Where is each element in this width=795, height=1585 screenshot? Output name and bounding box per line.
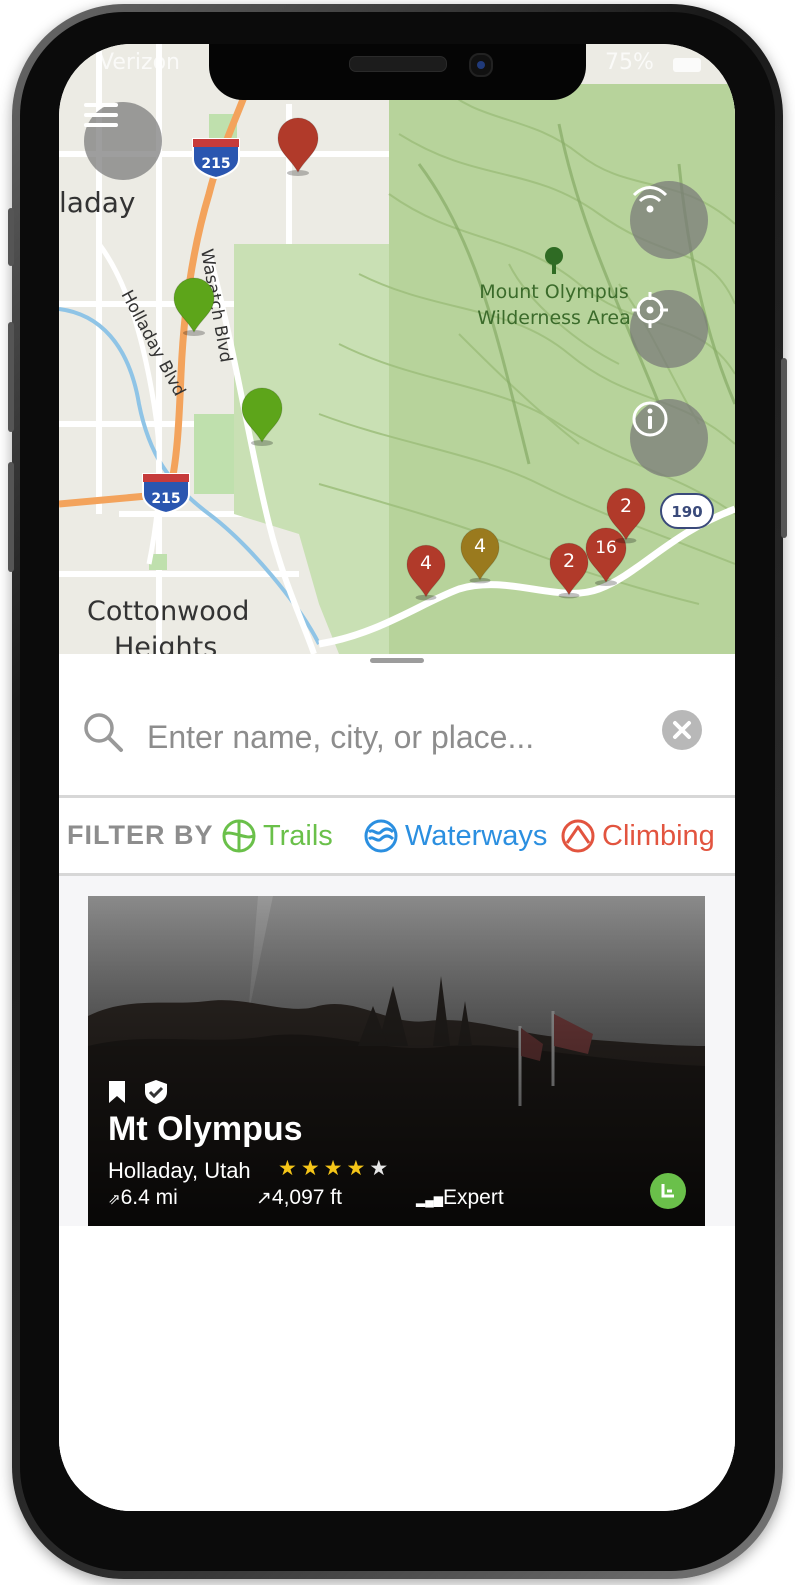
- signal-icon: [632, 186, 668, 213]
- wilderness-label-line1: Mount Olympus: [479, 281, 629, 303]
- carrier-label: Verizon: [99, 50, 180, 75]
- locate-icon: [632, 292, 668, 328]
- star-empty-icon: ★: [369, 1156, 393, 1180]
- trail-difficulty-group: ▂▄▆Expert: [416, 1186, 504, 1210]
- filter-chip-waterways-label: Waterways: [405, 819, 548, 852]
- search-bar: [59, 694, 735, 784]
- trail-distance-group: ⇗6.4 mi: [108, 1186, 178, 1210]
- route190-text: 190: [671, 503, 702, 521]
- star-filled-icon: ★: [346, 1156, 370, 1180]
- volume-up-button: [8, 322, 14, 432]
- trail-type-badge-icon: [650, 1173, 686, 1209]
- star-filled-icon: ★: [323, 1156, 347, 1180]
- climbing-icon: [561, 819, 595, 853]
- filter-bar: FILTER BY Trails Waterways Climbing: [59, 798, 735, 874]
- star-filled-icon: ★: [278, 1156, 301, 1180]
- hiker-icon: [661, 1184, 674, 1198]
- waterways-icon: [364, 819, 398, 853]
- phone-notch: [209, 44, 586, 100]
- filter-chip-climbing-label: Climbing: [602, 819, 715, 852]
- distance-icon: ⇗: [108, 1191, 121, 1208]
- marker-count: 2: [563, 550, 575, 572]
- front-camera: [469, 53, 493, 77]
- i215-bottom-text: 215: [151, 491, 180, 507]
- power-button: [781, 358, 787, 538]
- search-icon: [84, 713, 123, 752]
- volume-down-button: [8, 462, 14, 572]
- offline-signal-button[interactable]: [630, 181, 708, 259]
- filter-chip-climbing[interactable]: Climbing: [560, 816, 715, 856]
- i215-top-text: 215: [201, 156, 230, 172]
- menu-button[interactable]: [84, 102, 162, 180]
- filter-chip-trails[interactable]: Trails: [221, 816, 333, 856]
- menu-icon: [84, 103, 118, 127]
- trail-location: Holladay, Utah: [108, 1158, 251, 1183]
- elevation-icon: ↗: [256, 1188, 272, 1209]
- cottonwood-label-line2: Heights: [114, 632, 217, 654]
- filter-chip-waterways[interactable]: Waterways: [363, 816, 547, 856]
- silent-switch: [8, 208, 14, 266]
- trail-elevation-group: ↗4,097 ft: [256, 1186, 342, 1210]
- wilderness-label-line2: Wilderness Area: [477, 307, 630, 329]
- earpiece-speaker: [349, 56, 447, 72]
- verified-shield-icon: [145, 1080, 167, 1104]
- list-empty-space: [59, 1226, 735, 1511]
- marker-count: 2: [620, 495, 632, 517]
- i215-shield-bottom: 215: [142, 473, 190, 515]
- i215-shield-top: 215: [192, 138, 240, 180]
- filter-label: FILTER BY: [67, 820, 214, 850]
- marker-count: 4: [474, 535, 486, 557]
- app-screen: 215 215 190 laday Cottonwood Heights Mou…: [59, 44, 735, 1511]
- cottonwood-label-line1: Cottonwood: [87, 596, 249, 627]
- trail-elevation: 4,097 ft: [271, 1186, 342, 1209]
- results-list: Mt Olympus Holladay, Utah ★★★★★ ⇗6.4 mi …: [59, 876, 735, 1511]
- search-input[interactable]: [145, 714, 629, 760]
- star-filled-icon: ★: [300, 1156, 324, 1180]
- clear-icon: [673, 721, 691, 739]
- trails-icon: [222, 819, 256, 853]
- bookmark-icon[interactable]: [108, 1080, 126, 1104]
- trail-rating-stars: ★★★★★: [278, 1156, 392, 1180]
- trail-distance: 6.4 mi: [120, 1186, 178, 1209]
- locate-me-button[interactable]: [630, 290, 708, 368]
- sheet-drag-handle[interactable]: [370, 658, 424, 663]
- filter-chip-trails-label: Trails: [263, 819, 333, 852]
- difficulty-icon: ▂▄▆: [416, 1193, 443, 1207]
- marker-count: 16: [595, 538, 617, 558]
- trail-title: Mt Olympus: [108, 1110, 303, 1148]
- holladay-label: laday: [59, 186, 135, 219]
- battery-icon: [673, 58, 701, 72]
- battery-label: 75%: [605, 50, 654, 75]
- map-view[interactable]: 215 215 190 laday Cottonwood Heights Mou…: [59, 44, 735, 654]
- info-icon: [632, 401, 668, 437]
- clear-search-button[interactable]: [662, 710, 702, 750]
- trail-difficulty: Expert: [442, 1186, 504, 1209]
- info-button[interactable]: [630, 399, 708, 477]
- trail-card[interactable]: Mt Olympus Holladay, Utah ★★★★★ ⇗6.4 mi …: [88, 896, 705, 1227]
- route190-shield: 190: [660, 493, 714, 529]
- marker-count: 4: [420, 552, 432, 574]
